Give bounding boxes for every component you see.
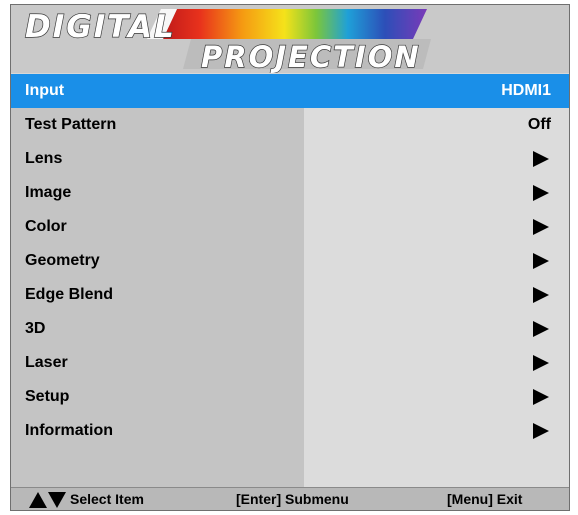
submenu-arrow-icon — [533, 423, 549, 439]
up-down-arrows-icon — [29, 492, 66, 508]
menu-item-label: Input — [25, 82, 65, 99]
submenu-arrow-icon — [533, 151, 549, 167]
input-value: HDMI1 — [501, 82, 551, 99]
menu-item-label: Color — [25, 218, 67, 235]
digital-projection-logo: DIGITAL PROJECTION — [24, 8, 431, 73]
menu-item-label: Information — [25, 422, 113, 439]
menu-empty-space — [11, 448, 569, 487]
menu-item-label: Lens — [25, 150, 63, 167]
osd-menu-window: DIGITAL PROJECTION Input HDMI1 Test Patt… — [10, 4, 570, 511]
menu-item-setup[interactable]: Setup — [11, 380, 569, 414]
menu-item-label: 3D — [25, 320, 46, 337]
menu-item-color[interactable]: Color — [11, 210, 569, 244]
submenu-arrow-icon — [533, 321, 549, 337]
menu-item-label: Test Pattern — [25, 116, 117, 133]
menu-item-laser[interactable]: Laser — [11, 346, 569, 380]
logo-line1: DIGITAL — [25, 9, 176, 45]
menu-item-test-pattern[interactable]: Test Pattern Off — [11, 108, 569, 142]
submenu-arrow-icon — [533, 219, 549, 235]
menu-item-geometry[interactable]: Geometry — [11, 244, 569, 278]
menu-item-label: Setup — [25, 388, 70, 405]
submenu-arrow-icon — [533, 389, 549, 405]
menu-item-label: Laser — [25, 354, 68, 371]
main-menu: Input HDMI1 Test Pattern Off Lens Image … — [11, 74, 569, 448]
header: DIGITAL PROJECTION — [11, 5, 569, 73]
menu-item-3d[interactable]: 3D — [11, 312, 569, 346]
menu-item-edge-blend[interactable]: Edge Blend — [11, 278, 569, 312]
menu-item-image[interactable]: Image — [11, 176, 569, 210]
submenu-arrow-icon — [533, 253, 549, 269]
menu-item-label: Geometry — [25, 252, 100, 269]
logo-line2: PROJECTION — [201, 40, 421, 73]
submenu-arrow-icon — [533, 185, 549, 201]
menu-exit-hint: [Menu] Exit — [447, 491, 523, 507]
enter-submenu-hint: [Enter] Submenu — [236, 491, 349, 507]
menu-item-information[interactable]: Information — [11, 414, 569, 448]
menu-item-label: Edge Blend — [25, 286, 114, 303]
menu-item-lens[interactable]: Lens — [11, 142, 569, 176]
menu-item-input[interactable]: Input HDMI1 — [11, 74, 569, 108]
submenu-arrow-icon — [533, 355, 549, 371]
test-pattern-value: Off — [527, 116, 551, 133]
key-hint-bar: Select Item [Enter] Submenu [Menu] Exit — [11, 487, 569, 510]
submenu-arrow-icon — [533, 287, 549, 303]
menu-item-label: Image — [25, 184, 72, 201]
select-item-hint: Select Item — [70, 491, 144, 507]
